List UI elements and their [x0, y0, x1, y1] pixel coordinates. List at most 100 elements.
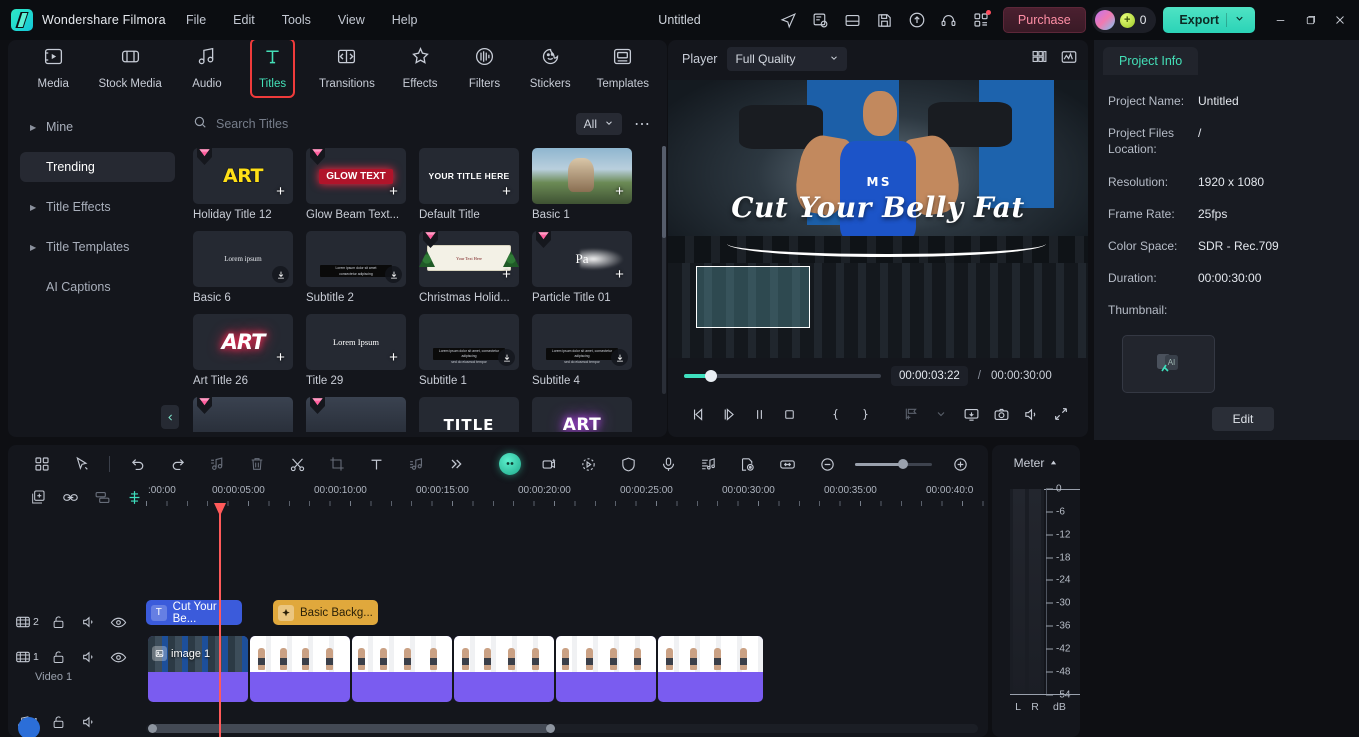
list-item[interactable]: Lorem Ipsum + Title 29	[306, 314, 406, 387]
list-item[interactable]: Lorem ipsum dolor sit amet consectetur ad…	[306, 231, 406, 304]
purchase-button[interactable]: Purchase	[1002, 7, 1086, 33]
sidebar-item-ai-captions[interactable]: ▶ AI Captions	[20, 272, 175, 302]
audio-mix-icon[interactable]	[396, 447, 436, 481]
timeline-ruler[interactable]: :00:00 00:00:05:00 00:00:10:00 00:00:15:…	[146, 483, 988, 511]
minimize-button[interactable]	[1265, 0, 1295, 40]
add-icon[interactable]: +	[385, 349, 402, 366]
split-icon[interactable]	[277, 447, 317, 481]
tile-thumbnail[interactable]: Lorem ipsum dolor sit amet consectetur ad…	[306, 231, 406, 287]
fullscreen-icon[interactable]	[1046, 397, 1076, 431]
layout-icon[interactable]	[837, 4, 869, 36]
tile-thumbnail[interactable]: Lorem ipsum	[193, 231, 293, 287]
chevron-down-icon[interactable]	[926, 397, 956, 431]
clip-video-6[interactable]	[658, 636, 763, 702]
tab-stock-media[interactable]: Stock Media	[98, 46, 162, 90]
chevron-up-icon[interactable]	[1049, 456, 1058, 470]
list-item[interactable]: TITLE	[419, 397, 519, 432]
text-icon[interactable]	[357, 447, 397, 481]
tile-thumbnail[interactable]: Lorem Ipsum +	[306, 314, 406, 370]
add-icon[interactable]: +	[272, 349, 289, 366]
tab-media[interactable]: Media	[34, 46, 72, 90]
add-icon[interactable]: +	[611, 266, 628, 283]
tile-thumbnail[interactable]: ART +	[193, 148, 293, 204]
clip-video-image-1[interactable]: image 1	[148, 636, 248, 702]
tab-titles[interactable]: Titles	[250, 40, 295, 98]
mask-icon[interactable]	[609, 447, 649, 481]
list-item[interactable]: YOUR TITLE HERE + Default Title	[419, 148, 519, 221]
clip-title-cut-your-belly-fat[interactable]: T Cut Your Be...	[146, 600, 242, 625]
add-icon[interactable]: +	[385, 183, 402, 200]
cloud-upload-icon[interactable]	[901, 4, 933, 36]
tile-thumbnail[interactable]	[193, 397, 293, 432]
screen-icon[interactable]	[956, 397, 986, 431]
delete-icon[interactable]	[238, 447, 278, 481]
mute-icon[interactable]	[74, 609, 104, 635]
pause-icon[interactable]	[744, 397, 774, 431]
timeline-horizontal-scrollbar[interactable]	[146, 724, 978, 733]
sidebar-item-trending[interactable]: ▶ Trending	[20, 152, 175, 182]
tile-thumbnail[interactable]: TITLE	[419, 397, 519, 432]
export-list-icon[interactable]	[805, 4, 837, 36]
clip-video-5[interactable]	[556, 636, 656, 702]
unlock-icon[interactable]	[44, 709, 74, 735]
zoom-out-icon[interactable]	[807, 447, 847, 481]
mute-icon[interactable]	[74, 709, 104, 735]
close-button[interactable]	[1325, 0, 1355, 40]
selection-bounding-box[interactable]	[696, 266, 810, 328]
download-icon[interactable]	[385, 266, 402, 283]
export-button[interactable]: Export	[1163, 7, 1255, 33]
tile-thumbnail[interactable]: GLOW TEXT +	[306, 148, 406, 204]
mark-in-icon[interactable]	[820, 397, 850, 431]
voiceover-icon[interactable]	[649, 447, 689, 481]
more-options-icon[interactable]: ⋯	[630, 114, 655, 134]
cursor-icon[interactable]	[62, 447, 102, 481]
tab-stickers[interactable]: Stickers	[530, 46, 571, 90]
maximize-button[interactable]	[1295, 0, 1325, 40]
tab-project-info[interactable]: Project Info	[1103, 47, 1199, 75]
tab-effects[interactable]: Effects	[401, 46, 439, 90]
clip-effect-basic-background[interactable]: Basic Backg...	[273, 600, 378, 625]
motion-tracking-icon[interactable]	[529, 447, 569, 481]
tile-thumbnail[interactable]: YOUR TITLE HERE +	[419, 148, 519, 204]
list-item[interactable]: ART + Art Title 26	[193, 314, 293, 387]
chevron-down-icon[interactable]	[1234, 13, 1245, 27]
clip-video-2[interactable]	[250, 636, 350, 702]
eye-icon[interactable]	[104, 644, 134, 670]
list-item[interactable]: Lorem ipsum Basic 6	[193, 231, 293, 304]
clip-video-3[interactable]	[352, 636, 452, 702]
menu-view[interactable]: View	[338, 13, 365, 27]
audio-detach-icon[interactable]	[198, 447, 238, 481]
sidebar-item-title-effects[interactable]: ▶ Title Effects	[20, 192, 175, 222]
tab-transitions[interactable]: Transitions	[319, 46, 375, 90]
menu-tools[interactable]: Tools	[282, 13, 311, 27]
add-icon[interactable]: +	[272, 183, 289, 200]
sidebar-item-mine[interactable]: ▶ Mine	[20, 112, 175, 142]
filter-dropdown[interactable]: All	[575, 113, 622, 135]
add-icon[interactable]: +	[498, 266, 515, 283]
list-item[interactable]: ART + Holiday Title 12	[193, 148, 293, 221]
mark-out-icon[interactable]	[850, 397, 880, 431]
tile-thumbnail[interactable]: ART	[532, 397, 632, 432]
undo-icon[interactable]	[118, 447, 158, 481]
unlock-icon[interactable]	[44, 609, 74, 635]
add-icon[interactable]: +	[498, 183, 515, 200]
menu-edit[interactable]: Edit	[233, 13, 255, 27]
tab-filters[interactable]: Filters	[465, 46, 503, 90]
tile-thumbnail[interactable]	[306, 397, 406, 432]
tile-thumbnail[interactable]: ART +	[193, 314, 293, 370]
user-avatar-badge[interactable]	[18, 717, 40, 737]
download-icon[interactable]	[272, 266, 289, 283]
download-icon[interactable]	[498, 349, 515, 366]
list-item[interactable]: Your Text Here + Christmas Holid...	[419, 231, 519, 304]
library-scrollbar[interactable]	[662, 146, 666, 394]
redo-icon[interactable]	[158, 447, 198, 481]
list-item[interactable]	[193, 397, 293, 432]
current-timecode[interactable]: 00:00:03:22	[891, 366, 968, 386]
tile-thumbnail[interactable]: Lorem ipsum dolor sit amet, consectetur …	[532, 314, 632, 370]
volume-icon[interactable]	[1016, 397, 1046, 431]
thumbnail-preview[interactable]: AI	[1122, 334, 1215, 393]
credits-widget[interactable]: 0	[1091, 7, 1157, 33]
clip-video-4[interactable]	[454, 636, 554, 702]
prev-frame-icon[interactable]	[684, 397, 714, 431]
playhead[interactable]	[219, 511, 221, 737]
